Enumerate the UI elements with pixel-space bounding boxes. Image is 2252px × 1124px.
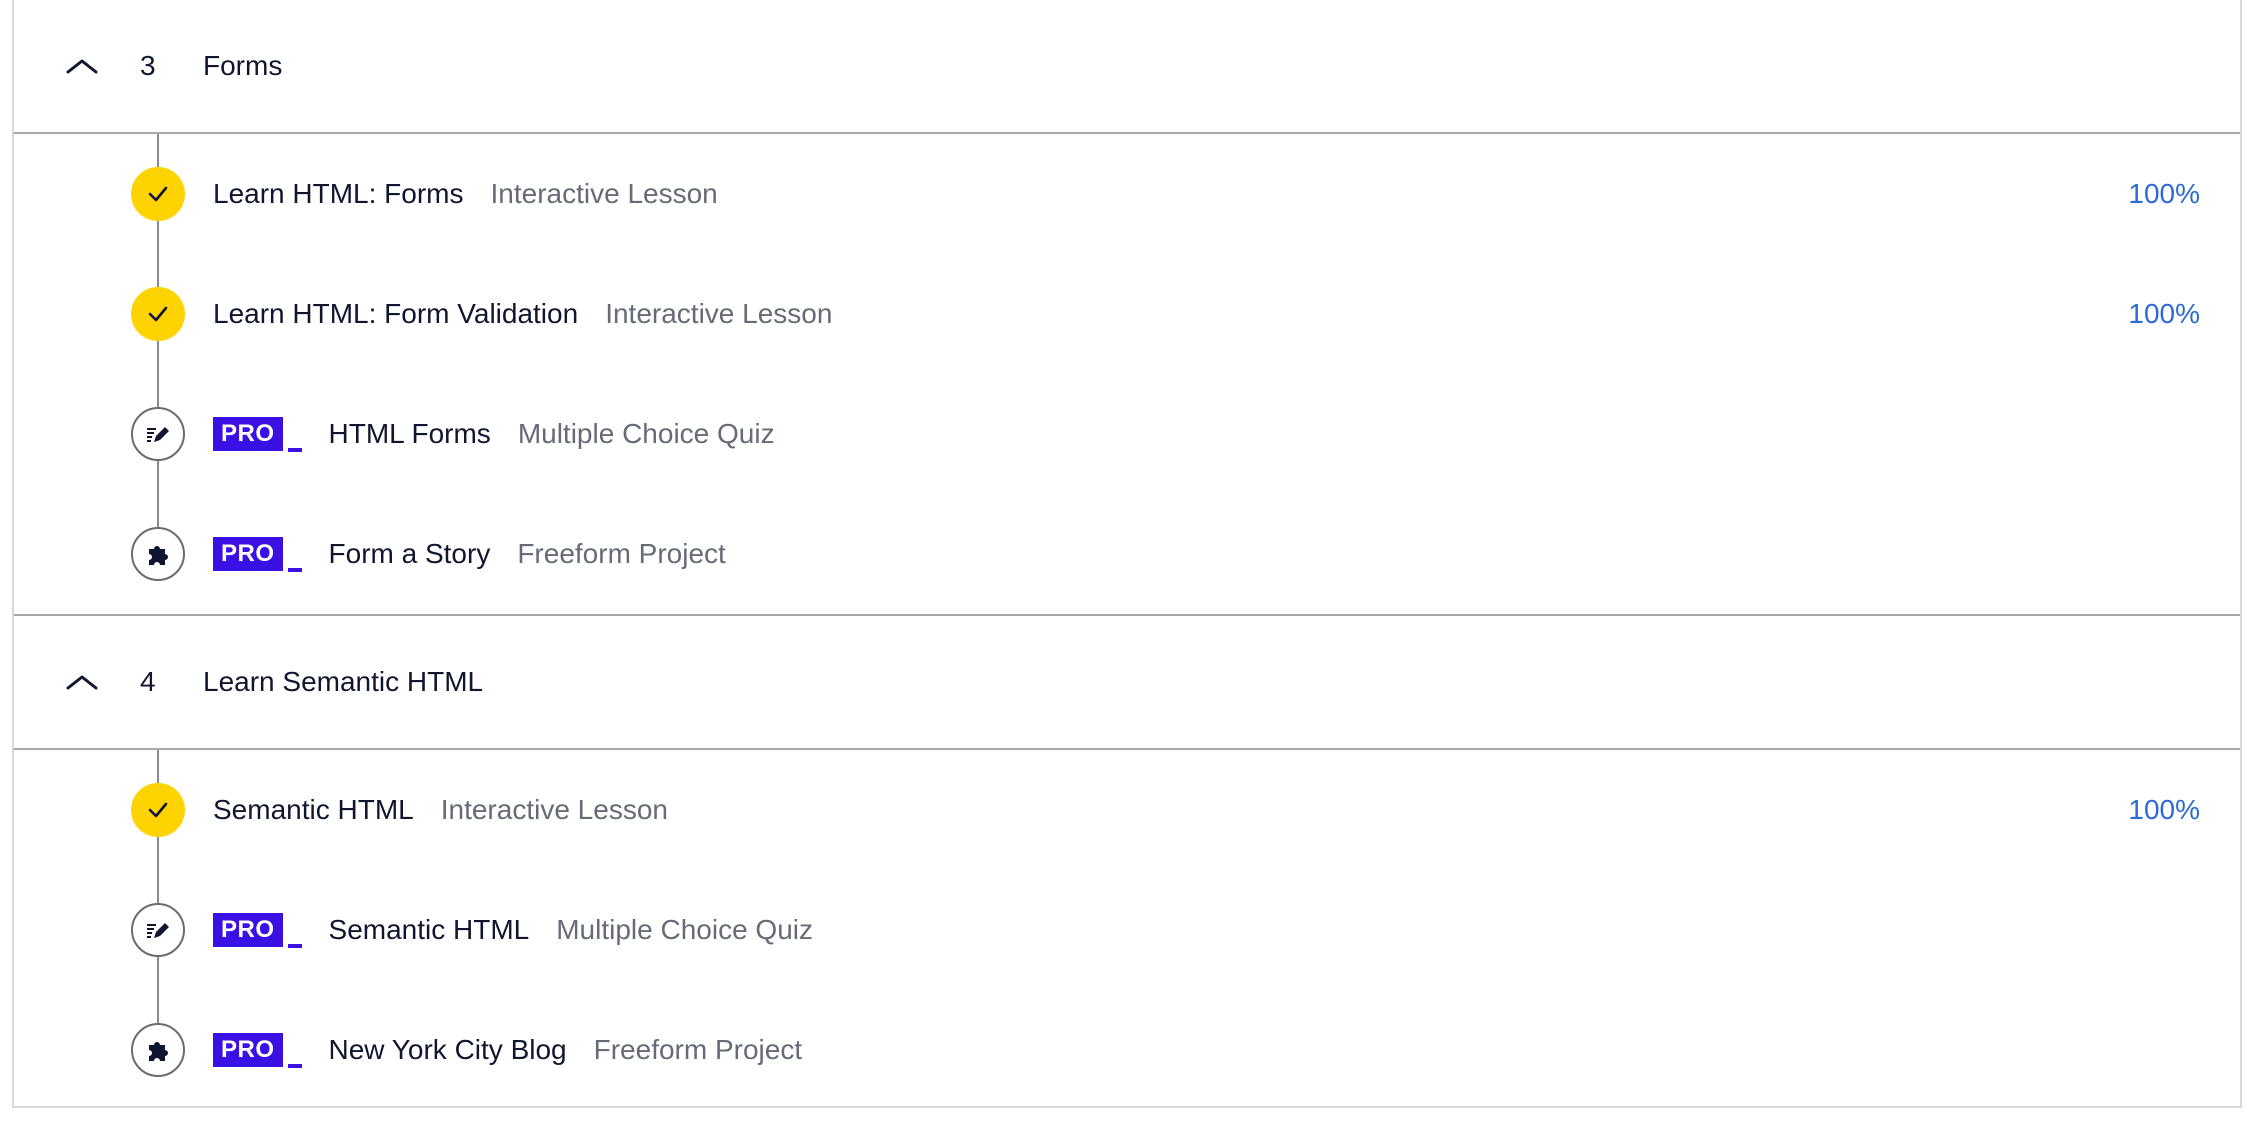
puzzle-icon — [131, 1023, 185, 1077]
item-name: Semantic HTML — [328, 914, 530, 945]
item-name: Learn HTML: Forms — [213, 178, 464, 209]
list-item[interactable]: PRO New York City Blog Freeform Project — [14, 990, 2240, 1110]
list-item[interactable]: Learn HTML: Forms Interactive Lesson 100… — [14, 134, 2240, 254]
chevron-up-icon[interactable] — [64, 664, 100, 700]
item-name: Learn HTML: Form Validation — [213, 298, 579, 329]
module-items-semantic-html: Semantic HTML Interactive Lesson 100% PR… — [14, 750, 2240, 1108]
quiz-pencil-icon — [131, 903, 185, 957]
item-type: Freeform Project — [593, 1034, 803, 1065]
item-name: Semantic HTML — [213, 794, 414, 825]
syllabus-panel: 3 Forms Learn HTML: Forms Interactive Le… — [12, 0, 2242, 1108]
module-number: 3 — [140, 50, 156, 81]
item-type: Multiple Choice Quiz — [556, 914, 814, 945]
module-title: Forms — [203, 50, 283, 81]
module-items-forms: Learn HTML: Forms Interactive Lesson 100… — [14, 134, 2240, 614]
puzzle-icon — [131, 527, 185, 581]
item-type: Multiple Choice Quiz — [517, 418, 775, 449]
syllabus-page: 3 Forms Learn HTML: Forms Interactive Le… — [0, 0, 2252, 1124]
item-progress: 100% — [2128, 298, 2200, 329]
item-type: Interactive Lesson — [490, 178, 718, 209]
pro-badge: PRO — [213, 417, 302, 452]
list-item[interactable]: PRO Form a Story Freeform Project — [14, 494, 2240, 614]
list-item[interactable]: Semantic HTML Interactive Lesson 100% — [14, 750, 2240, 870]
check-icon — [131, 287, 185, 341]
item-progress: 100% — [2128, 794, 2200, 825]
item-type: Interactive Lesson — [605, 298, 833, 329]
check-icon — [131, 783, 185, 837]
chevron-up-icon[interactable] — [64, 48, 100, 84]
item-name: Form a Story — [328, 538, 491, 569]
list-item[interactable]: PRO Semantic HTML Multiple Choice Quiz — [14, 870, 2240, 990]
pro-badge: PRO — [213, 537, 302, 572]
item-name: New York City Blog — [328, 1034, 567, 1065]
module-header-semantic-html[interactable]: 4 Learn Semantic HTML — [14, 616, 2240, 750]
check-icon — [131, 167, 185, 221]
quiz-pencil-icon — [131, 407, 185, 461]
item-progress: 100% — [2128, 178, 2200, 209]
module-header-forms[interactable]: 3 Forms — [14, 0, 2240, 134]
item-name: HTML Forms — [328, 418, 491, 449]
list-item[interactable]: PRO HTML Forms Multiple Choice Quiz — [14, 374, 2240, 494]
pro-badge: PRO — [213, 1033, 302, 1068]
item-type: Interactive Lesson — [440, 794, 668, 825]
list-item[interactable]: Learn HTML: Form Validation Interactive … — [14, 254, 2240, 374]
pro-badge: PRO — [213, 913, 302, 948]
item-type: Freeform Project — [517, 538, 726, 569]
module-title: Learn Semantic HTML — [203, 666, 484, 697]
module-number: 4 — [140, 666, 156, 697]
